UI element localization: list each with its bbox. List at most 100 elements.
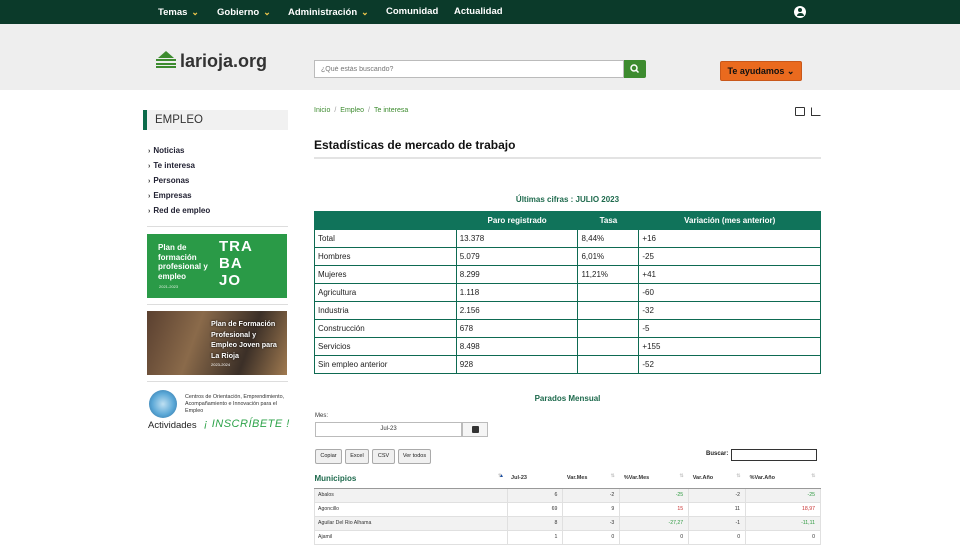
table-cell: -1 — [688, 515, 747, 531]
table-cell: -2 — [562, 487, 621, 503]
table-cell: 8,44% — [577, 229, 640, 248]
column-header — [314, 211, 457, 230]
copiar-button[interactable]: Copiar — [315, 449, 342, 464]
nav-comunidad[interactable]: Comunidad — [386, 0, 438, 24]
table-cell: 13.378 — [455, 229, 579, 248]
table-cell: 678 — [455, 319, 579, 338]
table-cell: 0 — [619, 529, 690, 545]
table-cell: Servicios — [314, 337, 457, 356]
breadcrumb-te-interesa[interactable]: Te interesa — [374, 107, 408, 114]
nav-actualidad[interactable]: Actualidad — [454, 0, 503, 24]
nav-temas[interactable]: Temas ⌄ — [158, 0, 199, 24]
column-header[interactable]: %Var.Año ⇅ — [745, 469, 821, 489]
search-button[interactable] — [624, 60, 646, 78]
table-cell: 8.299 — [455, 265, 579, 284]
table-row: Aguilar Del Rio Alhama 8 -3 -27,27 -1 -11,11 — [314, 515, 821, 531]
centros-text: Centros de Orientación, Emprendimiento, … — [185, 394, 285, 414]
table-cell: 11,21% — [577, 265, 640, 284]
table-cell: -25 — [745, 487, 821, 503]
table-cell: Ajamil — [314, 529, 508, 545]
banner-empleo-joven[interactable]: Plan de Formación Profesional y Empleo J… — [147, 311, 287, 375]
table-cell: 11 — [688, 501, 747, 517]
buscar-input[interactable] — [731, 449, 817, 461]
table-cell: +41 — [638, 265, 821, 284]
table-row: Abalos 6 -2 -25 -2 -25 — [314, 487, 821, 503]
sidebar-item-personas[interactable]: › Personas — [148, 176, 189, 185]
table-cell: -27,27 — [619, 515, 690, 531]
ultimas-cifras-table: Paro registrado Tasa Variación (mes anteri… — [314, 211, 821, 374]
table-cell: 6,01% — [577, 247, 640, 266]
table-cell: 5.079 — [455, 247, 579, 266]
column-header[interactable]: Var.Año ⇅ — [688, 469, 746, 489]
municipios-table: Municipios ⇅ Jul-23 ▲ Var.Mes ⇅ %Var.Mes ⇅ Var.A… — [314, 469, 821, 545]
nav-gobierno[interactable]: Gobierno ⌄ — [217, 0, 271, 24]
ver-todos-button[interactable]: Ver todos — [398, 449, 431, 464]
column-header[interactable]: %Var.Mes ⇅ — [619, 469, 689, 489]
table-cell: Industria — [314, 301, 457, 320]
column-header[interactable]: Municipios ⇅ — [314, 469, 508, 489]
sort-icon[interactable]: ⇅ — [811, 474, 815, 479]
ultimas-cifras-title: Últimas cifras : JULIO 2023 — [515, 195, 620, 204]
user-icon[interactable] — [794, 6, 806, 18]
chevron-down-icon: ⌄ — [191, 7, 199, 17]
breadcrumb-empleo[interactable]: Empleo — [340, 107, 364, 114]
table-row: Construcción 678 -5 — [314, 319, 821, 338]
help-button[interactable]: Te ayudamos ⌄ — [720, 61, 802, 81]
search-input[interactable] — [314, 60, 624, 78]
table-cell: -32 — [638, 301, 821, 320]
table-cell: -3 — [562, 515, 621, 531]
table-cell: -60 — [638, 283, 821, 302]
table-row: Agoncillo 69 9 15 11 18,97 — [314, 501, 821, 517]
chevron-right-icon: › — [148, 163, 151, 170]
csv-button[interactable]: CSV — [372, 449, 395, 464]
sort-icon[interactable]: ⇅ — [736, 474, 740, 479]
table-cell: -25 — [638, 247, 821, 266]
nav-administracion[interactable]: Administración ⌄ — [288, 0, 369, 24]
divider — [147, 381, 288, 382]
table-cell: Aguilar Del Rio Alhama — [314, 515, 508, 531]
actividades-label[interactable]: Actividades — [148, 420, 197, 431]
table-cell: 0 — [562, 529, 621, 545]
inscribete-link[interactable]: ¡ INSCRÍBETE ! — [204, 418, 290, 430]
table-cell: 9 — [562, 501, 621, 517]
banner-plan-formacion[interactable]: Plan de formación profesional y empleo 2… — [147, 234, 287, 298]
calendar-icon[interactable] — [462, 422, 488, 437]
mes-label: Mes: — [315, 413, 329, 419]
table-cell: -52 — [638, 355, 821, 374]
table-cell: -25 — [619, 487, 690, 503]
print-icon[interactable] — [795, 107, 805, 116]
chevron-down-icon: ⌄ — [361, 7, 369, 17]
table-cell: Mujeres — [314, 265, 457, 284]
sidebar-item-noticias[interactable]: › Noticias — [148, 146, 184, 155]
sort-icon[interactable]: ⇅ — [611, 474, 615, 479]
table-cell: Agoncillo — [314, 501, 508, 517]
column-header[interactable]: Jul-23 ▲ — [499, 469, 563, 489]
breadcrumb-inicio[interactable]: Inicio — [314, 107, 330, 114]
divider — [314, 157, 821, 159]
table-cell: Abalos — [314, 487, 508, 503]
table-header-row: Paro registrado Tasa Variación (mes anteri… — [314, 211, 821, 230]
column-header[interactable]: Var.Mes ⇅ — [562, 469, 620, 489]
page-title: Estadísticas de mercado de trabajo — [314, 138, 516, 152]
chevron-right-icon: › — [148, 208, 151, 215]
table-cell: +155 — [638, 337, 821, 356]
column-header: Variación (mes anterior) — [638, 211, 821, 230]
sort-icon[interactable]: ⇅ — [679, 474, 683, 479]
logo-icon[interactable] — [156, 50, 176, 68]
sidebar-item-empresas[interactable]: › Empresas — [148, 191, 192, 200]
table-cell: -2 — [688, 487, 747, 503]
table-cell: +16 — [638, 229, 821, 248]
sidebar-item-red-de-empleo[interactable]: › Red de empleo — [148, 206, 210, 215]
table-cell: Total — [314, 229, 457, 248]
table-cell: 8 — [506, 515, 564, 531]
table-cell: -5 — [638, 319, 821, 338]
sort-asc-icon[interactable]: ▲ — [499, 474, 504, 479]
parados-mensual-title: Parados Mensual — [534, 394, 601, 403]
excel-button[interactable]: Excel — [345, 449, 369, 464]
mes-input[interactable]: Jul-23 — [315, 422, 462, 437]
table-cell — [577, 355, 640, 374]
share-icon[interactable] — [811, 107, 821, 116]
site-logo[interactable]: larioja.org — [180, 51, 267, 72]
table-row: Servicios 8.498 +155 — [314, 337, 821, 356]
sidebar-item-te-interesa[interactable]: › Te interesa — [148, 161, 195, 170]
